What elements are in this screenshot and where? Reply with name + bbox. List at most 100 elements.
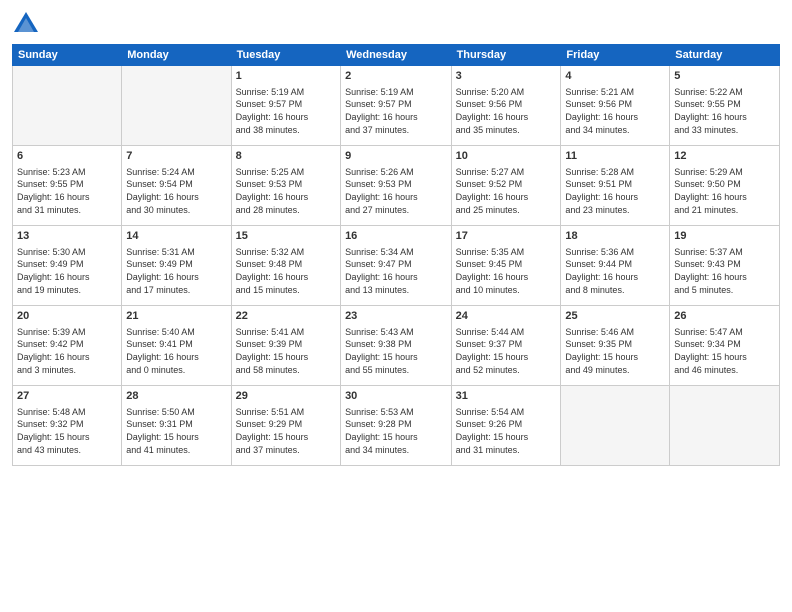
day-cell: 4 Sunrise: 5:21 AM Sunset: 9:56 PM Daylig… — [561, 66, 670, 146]
day-number: 25 — [565, 309, 665, 324]
weekday-header-sunday: Sunday — [13, 45, 122, 66]
day-number: 5 — [674, 69, 775, 84]
day-info: Sunrise: 5:37 AM Sunset: 9:43 PM Dayligh… — [674, 246, 775, 296]
day-cell: 27 Sunrise: 5:48 AM Sunset: 9:32 PM Dayli… — [13, 386, 122, 466]
day-info: Sunrise: 5:46 AM Sunset: 9:35 PM Dayligh… — [565, 326, 665, 376]
day-number: 30 — [345, 389, 447, 404]
day-info: Sunrise: 5:34 AM Sunset: 9:47 PM Dayligh… — [345, 246, 447, 296]
day-number: 28 — [126, 389, 226, 404]
day-cell: 17 Sunrise: 5:35 AM Sunset: 9:45 PM Dayli… — [451, 226, 561, 306]
day-cell: 21 Sunrise: 5:40 AM Sunset: 9:41 PM Dayli… — [122, 306, 231, 386]
weekday-header-tuesday: Tuesday — [231, 45, 340, 66]
day-number: 23 — [345, 309, 447, 324]
day-info: Sunrise: 5:43 AM Sunset: 9:38 PM Dayligh… — [345, 326, 447, 376]
day-cell: 15 Sunrise: 5:32 AM Sunset: 9:48 PM Dayli… — [231, 226, 340, 306]
day-cell: 26 Sunrise: 5:47 AM Sunset: 9:34 PM Dayli… — [670, 306, 780, 386]
day-info: Sunrise: 5:26 AM Sunset: 9:53 PM Dayligh… — [345, 166, 447, 216]
day-number: 29 — [236, 389, 336, 404]
day-info: Sunrise: 5:44 AM Sunset: 9:37 PM Dayligh… — [456, 326, 557, 376]
day-cell: 22 Sunrise: 5:41 AM Sunset: 9:39 PM Dayli… — [231, 306, 340, 386]
logo-icon — [12, 10, 40, 38]
day-info: Sunrise: 5:40 AM Sunset: 9:41 PM Dayligh… — [126, 326, 226, 376]
day-cell: 24Sunrise: 5:44 AM Sunset: 9:37 PM Dayli… — [451, 306, 561, 386]
day-info: Sunrise: 5:50 AM Sunset: 9:31 PM Dayligh… — [126, 406, 226, 456]
day-info: Sunrise: 5:35 AM Sunset: 9:45 PM Dayligh… — [456, 246, 557, 296]
day-number: 13 — [17, 229, 117, 244]
day-number: 11 — [565, 149, 665, 164]
weekday-header-monday: Monday — [122, 45, 231, 66]
day-info: Sunrise: 5:28 AM Sunset: 9:51 PM Dayligh… — [565, 166, 665, 216]
day-info: Sunrise: 5:22 AM Sunset: 9:55 PM Dayligh… — [674, 86, 775, 136]
week-row-1: 1Sunrise: 5:19 AM Sunset: 9:57 PM Daylig… — [13, 66, 780, 146]
day-cell: 3 Sunrise: 5:20 AM Sunset: 9:56 PM Daylig… — [451, 66, 561, 146]
day-number: 10 — [456, 149, 557, 164]
day-number: 14 — [126, 229, 226, 244]
day-cell: 29 Sunrise: 5:51 AM Sunset: 9:29 PM Dayli… — [231, 386, 340, 466]
weekday-header-wednesday: Wednesday — [341, 45, 452, 66]
weekday-header-saturday: Saturday — [670, 45, 780, 66]
day-info: Sunrise: 5:41 AM Sunset: 9:39 PM Dayligh… — [236, 326, 336, 376]
day-cell: 9 Sunrise: 5:26 AM Sunset: 9:53 PM Daylig… — [341, 146, 452, 226]
day-info: Sunrise: 5:48 AM Sunset: 9:32 PM Dayligh… — [17, 406, 117, 456]
day-number: 6 — [17, 149, 117, 164]
day-info: Sunrise: 5:51 AM Sunset: 9:29 PM Dayligh… — [236, 406, 336, 456]
day-cell: 14 Sunrise: 5:31 AM Sunset: 9:49 PM Dayli… — [122, 226, 231, 306]
day-info: Sunrise: 5:30 AM Sunset: 9:49 PM Dayligh… — [17, 246, 117, 296]
day-cell: 28 Sunrise: 5:50 AM Sunset: 9:31 PM Dayli… — [122, 386, 231, 466]
day-number: 27 — [17, 389, 117, 404]
day-number: 16 — [345, 229, 447, 244]
day-info: Sunrise: 5:32 AM Sunset: 9:48 PM Dayligh… — [236, 246, 336, 296]
weekday-header-friday: Friday — [561, 45, 670, 66]
week-row-2: 6Sunrise: 5:23 AM Sunset: 9:55 PM Daylig… — [13, 146, 780, 226]
day-info: Sunrise: 5:53 AM Sunset: 9:28 PM Dayligh… — [345, 406, 447, 456]
day-cell: 1Sunrise: 5:19 AM Sunset: 9:57 PM Daylig… — [231, 66, 340, 146]
day-info: Sunrise: 5:36 AM Sunset: 9:44 PM Dayligh… — [565, 246, 665, 296]
day-cell: 31 Sunrise: 5:54 AM Sunset: 9:26 PM Dayli… — [451, 386, 561, 466]
day-info: Sunrise: 5:21 AM Sunset: 9:56 PM Dayligh… — [565, 86, 665, 136]
day-cell — [670, 386, 780, 466]
day-cell: 5 Sunrise: 5:22 AM Sunset: 9:55 PM Daylig… — [670, 66, 780, 146]
day-number: 4 — [565, 69, 665, 84]
day-cell: 20 Sunrise: 5:39 AM Sunset: 9:42 PM Dayli… — [13, 306, 122, 386]
day-info: Sunrise: 5:25 AM Sunset: 9:53 PM Dayligh… — [236, 166, 336, 216]
day-cell: 13 Sunrise: 5:30 AM Sunset: 9:49 PM Dayli… — [13, 226, 122, 306]
day-cell: 12Sunrise: 5:29 AM Sunset: 9:50 PM Dayli… — [670, 146, 780, 226]
day-number: 20 — [17, 309, 117, 324]
day-cell: 19 Sunrise: 5:37 AM Sunset: 9:43 PM Dayli… — [670, 226, 780, 306]
day-number: 15 — [236, 229, 336, 244]
day-cell — [13, 66, 122, 146]
day-info: Sunrise: 5:31 AM Sunset: 9:49 PM Dayligh… — [126, 246, 226, 296]
week-row-4: 20 Sunrise: 5:39 AM Sunset: 9:42 PM Dayli… — [13, 306, 780, 386]
day-number: 3 — [456, 69, 557, 84]
day-info: Sunrise: 5:19 AM Sunset: 9:57 PM Dayligh… — [236, 86, 336, 136]
day-info: Sunrise: 5:47 AM Sunset: 9:34 PM Dayligh… — [674, 326, 775, 376]
day-number: 31 — [456, 389, 557, 404]
day-info: Sunrise: 5:24 AM Sunset: 9:54 PM Dayligh… — [126, 166, 226, 216]
day-number: 19 — [674, 229, 775, 244]
day-info: Sunrise: 5:39 AM Sunset: 9:42 PM Dayligh… — [17, 326, 117, 376]
day-number: 18 — [565, 229, 665, 244]
day-number: 7 — [126, 149, 226, 164]
day-cell: 7 Sunrise: 5:24 AM Sunset: 9:54 PM Daylig… — [122, 146, 231, 226]
day-number: 17 — [456, 229, 557, 244]
calendar-table: SundayMondayTuesdayWednesdayThursdayFrid… — [12, 44, 780, 466]
day-cell: 11 Sunrise: 5:28 AM Sunset: 9:51 PM Dayli… — [561, 146, 670, 226]
day-cell: 6Sunrise: 5:23 AM Sunset: 9:55 PM Daylig… — [13, 146, 122, 226]
day-number: 21 — [126, 309, 226, 324]
day-cell: 23 Sunrise: 5:43 AM Sunset: 9:38 PM Dayli… — [341, 306, 452, 386]
day-info: Sunrise: 5:27 AM Sunset: 9:52 PM Dayligh… — [456, 166, 557, 216]
day-cell: 18 Sunrise: 5:36 AM Sunset: 9:44 PM Dayli… — [561, 226, 670, 306]
day-number: 22 — [236, 309, 336, 324]
day-number: 8 — [236, 149, 336, 164]
day-number: 9 — [345, 149, 447, 164]
day-cell: 10 Sunrise: 5:27 AM Sunset: 9:52 PM Dayli… — [451, 146, 561, 226]
day-info: Sunrise: 5:54 AM Sunset: 9:26 PM Dayligh… — [456, 406, 557, 456]
page: SundayMondayTuesdayWednesdayThursdayFrid… — [0, 0, 792, 612]
weekday-header-row: SundayMondayTuesdayWednesdayThursdayFrid… — [13, 45, 780, 66]
day-cell: 16 Sunrise: 5:34 AM Sunset: 9:47 PM Dayli… — [341, 226, 452, 306]
day-cell — [561, 386, 670, 466]
day-info: Sunrise: 5:20 AM Sunset: 9:56 PM Dayligh… — [456, 86, 557, 136]
day-number: 12 — [674, 149, 775, 164]
day-number: 2 — [345, 69, 447, 84]
day-number: 26 — [674, 309, 775, 324]
